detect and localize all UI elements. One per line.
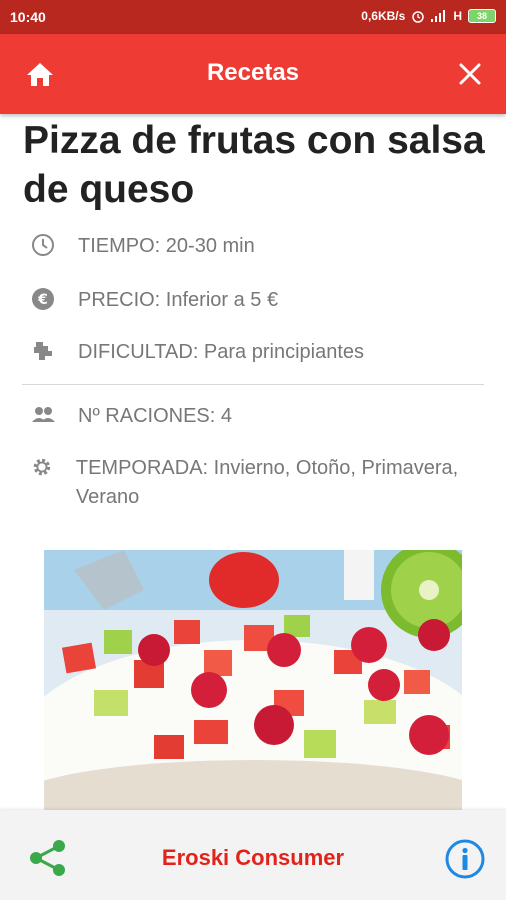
info-difficulty: DIFICULTAD: Para principiantes	[30, 338, 490, 367]
info-time-text: TIEMPO: 20-30 min	[78, 235, 255, 257]
info-icon[interactable]	[444, 838, 486, 880]
difficulty-icon	[34, 342, 52, 360]
alarm-icon	[412, 11, 425, 23]
info-servings-text: Nº RACIONES: 4	[78, 405, 233, 427]
divider	[22, 384, 484, 385]
status-bar: 10:40 0,6KB/s H 38	[0, 0, 506, 34]
app-bar: Recetas	[0, 34, 506, 114]
info-time: TIEMPO: 20-30 min	[30, 232, 490, 261]
gear-icon	[33, 458, 51, 476]
network-speed: 0,6KB/s	[361, 9, 406, 23]
close-icon[interactable]	[456, 60, 484, 88]
recipe-content[interactable]: Pizza de frutas con salsa de queso TIEMP…	[0, 114, 506, 810]
info-difficulty-text: DIFICULTAD: Para principiantes	[78, 341, 365, 363]
clock-icon	[32, 234, 54, 256]
app-title: Recetas	[206, 59, 300, 86]
info-price-text: PRECIO: Inferior a 5 €	[78, 289, 279, 311]
battery-icon: 38	[468, 9, 496, 23]
info-price: € PRECIO: Inferior a 5 €	[30, 286, 490, 315]
recipe-title: Pizza de frutas con salsa de queso	[23, 119, 485, 211]
info-season: TEMPORADA: Invierno, Otoño, Primavera, V…	[30, 454, 490, 512]
recipe-photo	[44, 550, 462, 810]
info-season-text: TEMPORADA: Invierno, Otoño, Primavera, V…	[75, 457, 459, 508]
euro-icon: €	[32, 288, 54, 310]
network-type: H	[453, 9, 462, 23]
brand-label: Eroski Consumer	[161, 845, 345, 870]
status-right: 0,6KB/s H 38	[361, 9, 496, 23]
info-servings: Nº RACIONES: 4	[30, 402, 490, 431]
svg-text:€: €	[37, 292, 48, 308]
bottom-bar: Eroski Consumer	[0, 810, 506, 900]
status-time: 10:40	[10, 9, 46, 25]
people-icon	[32, 407, 55, 422]
signal-icon	[431, 10, 446, 22]
